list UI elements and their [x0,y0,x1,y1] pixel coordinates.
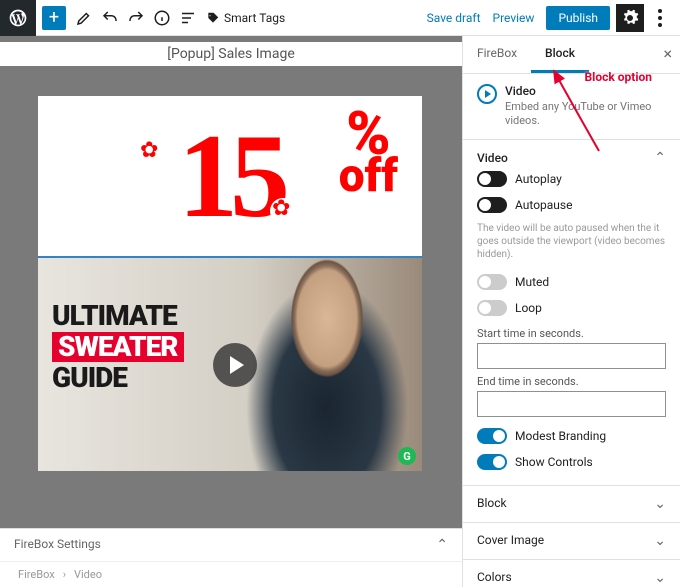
label-muted: Muted [515,275,549,289]
chevron-down-icon: ⌄ [654,570,666,586]
play-icon[interactable] [213,343,257,387]
video-block[interactable]: ULTIMATE SWEATER GUIDE G [38,256,422,471]
chevron-up-icon: ⌃ [436,537,448,553]
wordpress-logo[interactable] [0,0,36,36]
toggle-muted[interactable] [477,274,507,290]
chevron-down-icon: ⌄ [654,496,666,512]
toggle-autoplay[interactable] [477,171,507,187]
flower-icon [138,140,164,166]
publish-button[interactable]: Publish [546,6,610,30]
input-end-time[interactable] [477,391,666,417]
label-controls: Show Controls [515,455,593,469]
editor-canvas[interactable]: [Popup] Sales Image 15 %off ULTIMATE SWE… [0,36,462,587]
save-draft-link[interactable]: Save draft [427,11,481,25]
video-title-text: ULTIMATE SWEATER GUIDE [52,302,184,392]
annotation-label: Block option [584,70,652,84]
popup-preview: 15 %off ULTIMATE SWEATER GUIDE [38,96,422,471]
sidebar: FireBox Block × Block option VideoEmbed … [462,36,680,587]
toggle-loop[interactable] [477,300,507,316]
promo-image: 15 %off [38,96,422,256]
firebox-settings-panel[interactable]: FireBox Settings⌃ [0,529,462,562]
label-modest: Modest Branding [515,429,606,443]
add-block-button[interactable]: + [42,6,66,30]
promo-number: 15 [178,116,282,236]
label-autopause: Autopause [515,198,572,212]
toggle-show-controls[interactable] [477,454,507,470]
more-icon[interactable] [648,6,672,30]
redo-icon[interactable] [124,6,148,30]
flower-icon [270,198,296,224]
tab-firebox[interactable]: FireBox [463,36,531,73]
settings-icon[interactable] [616,4,644,32]
page-title[interactable]: [Popup] Sales Image [0,42,462,66]
video-icon [477,84,497,104]
tab-block[interactable]: Block [531,36,589,73]
breadcrumb: FireBox›Video [0,562,462,587]
close-icon[interactable]: × [663,44,672,63]
toggle-modest-branding[interactable] [477,428,507,444]
chevron-down-icon: ⌄ [654,533,666,549]
chevron-up-icon: ⌃ [654,150,666,166]
preview-link[interactable]: Preview [493,11,535,25]
outline-icon[interactable] [176,6,200,30]
input-start-time[interactable] [477,343,666,369]
label-loop: Loop [515,301,542,315]
smart-tags-button[interactable]: Smart Tags [206,11,285,25]
video-thumbnail-person [232,258,422,471]
section-cover-image[interactable]: Cover Image⌄ [463,523,680,560]
section-block[interactable]: Block⌄ [463,486,680,523]
percent-off: %off [339,110,398,195]
crumb-video[interactable]: Video [74,568,102,581]
toggle-autopause[interactable] [477,197,507,213]
section-video[interactable]: Video⌃ [477,150,666,166]
grammarly-icon: G [398,447,416,465]
label-start-time: Start time in seconds. [477,327,666,340]
edit-icon[interactable] [72,6,96,30]
label-autoplay: Autoplay [515,172,562,186]
undo-icon[interactable] [98,6,122,30]
label-end-time: End time in seconds. [477,375,666,388]
info-icon[interactable] [150,6,174,30]
section-colors[interactable]: Colors⌄ [463,560,680,587]
autopause-help: The video will be auto paused when the i… [477,222,666,261]
block-type-video: VideoEmbed any YouTube or Vimeo videos. [477,84,666,129]
crumb-firebox[interactable]: FireBox [18,568,55,581]
